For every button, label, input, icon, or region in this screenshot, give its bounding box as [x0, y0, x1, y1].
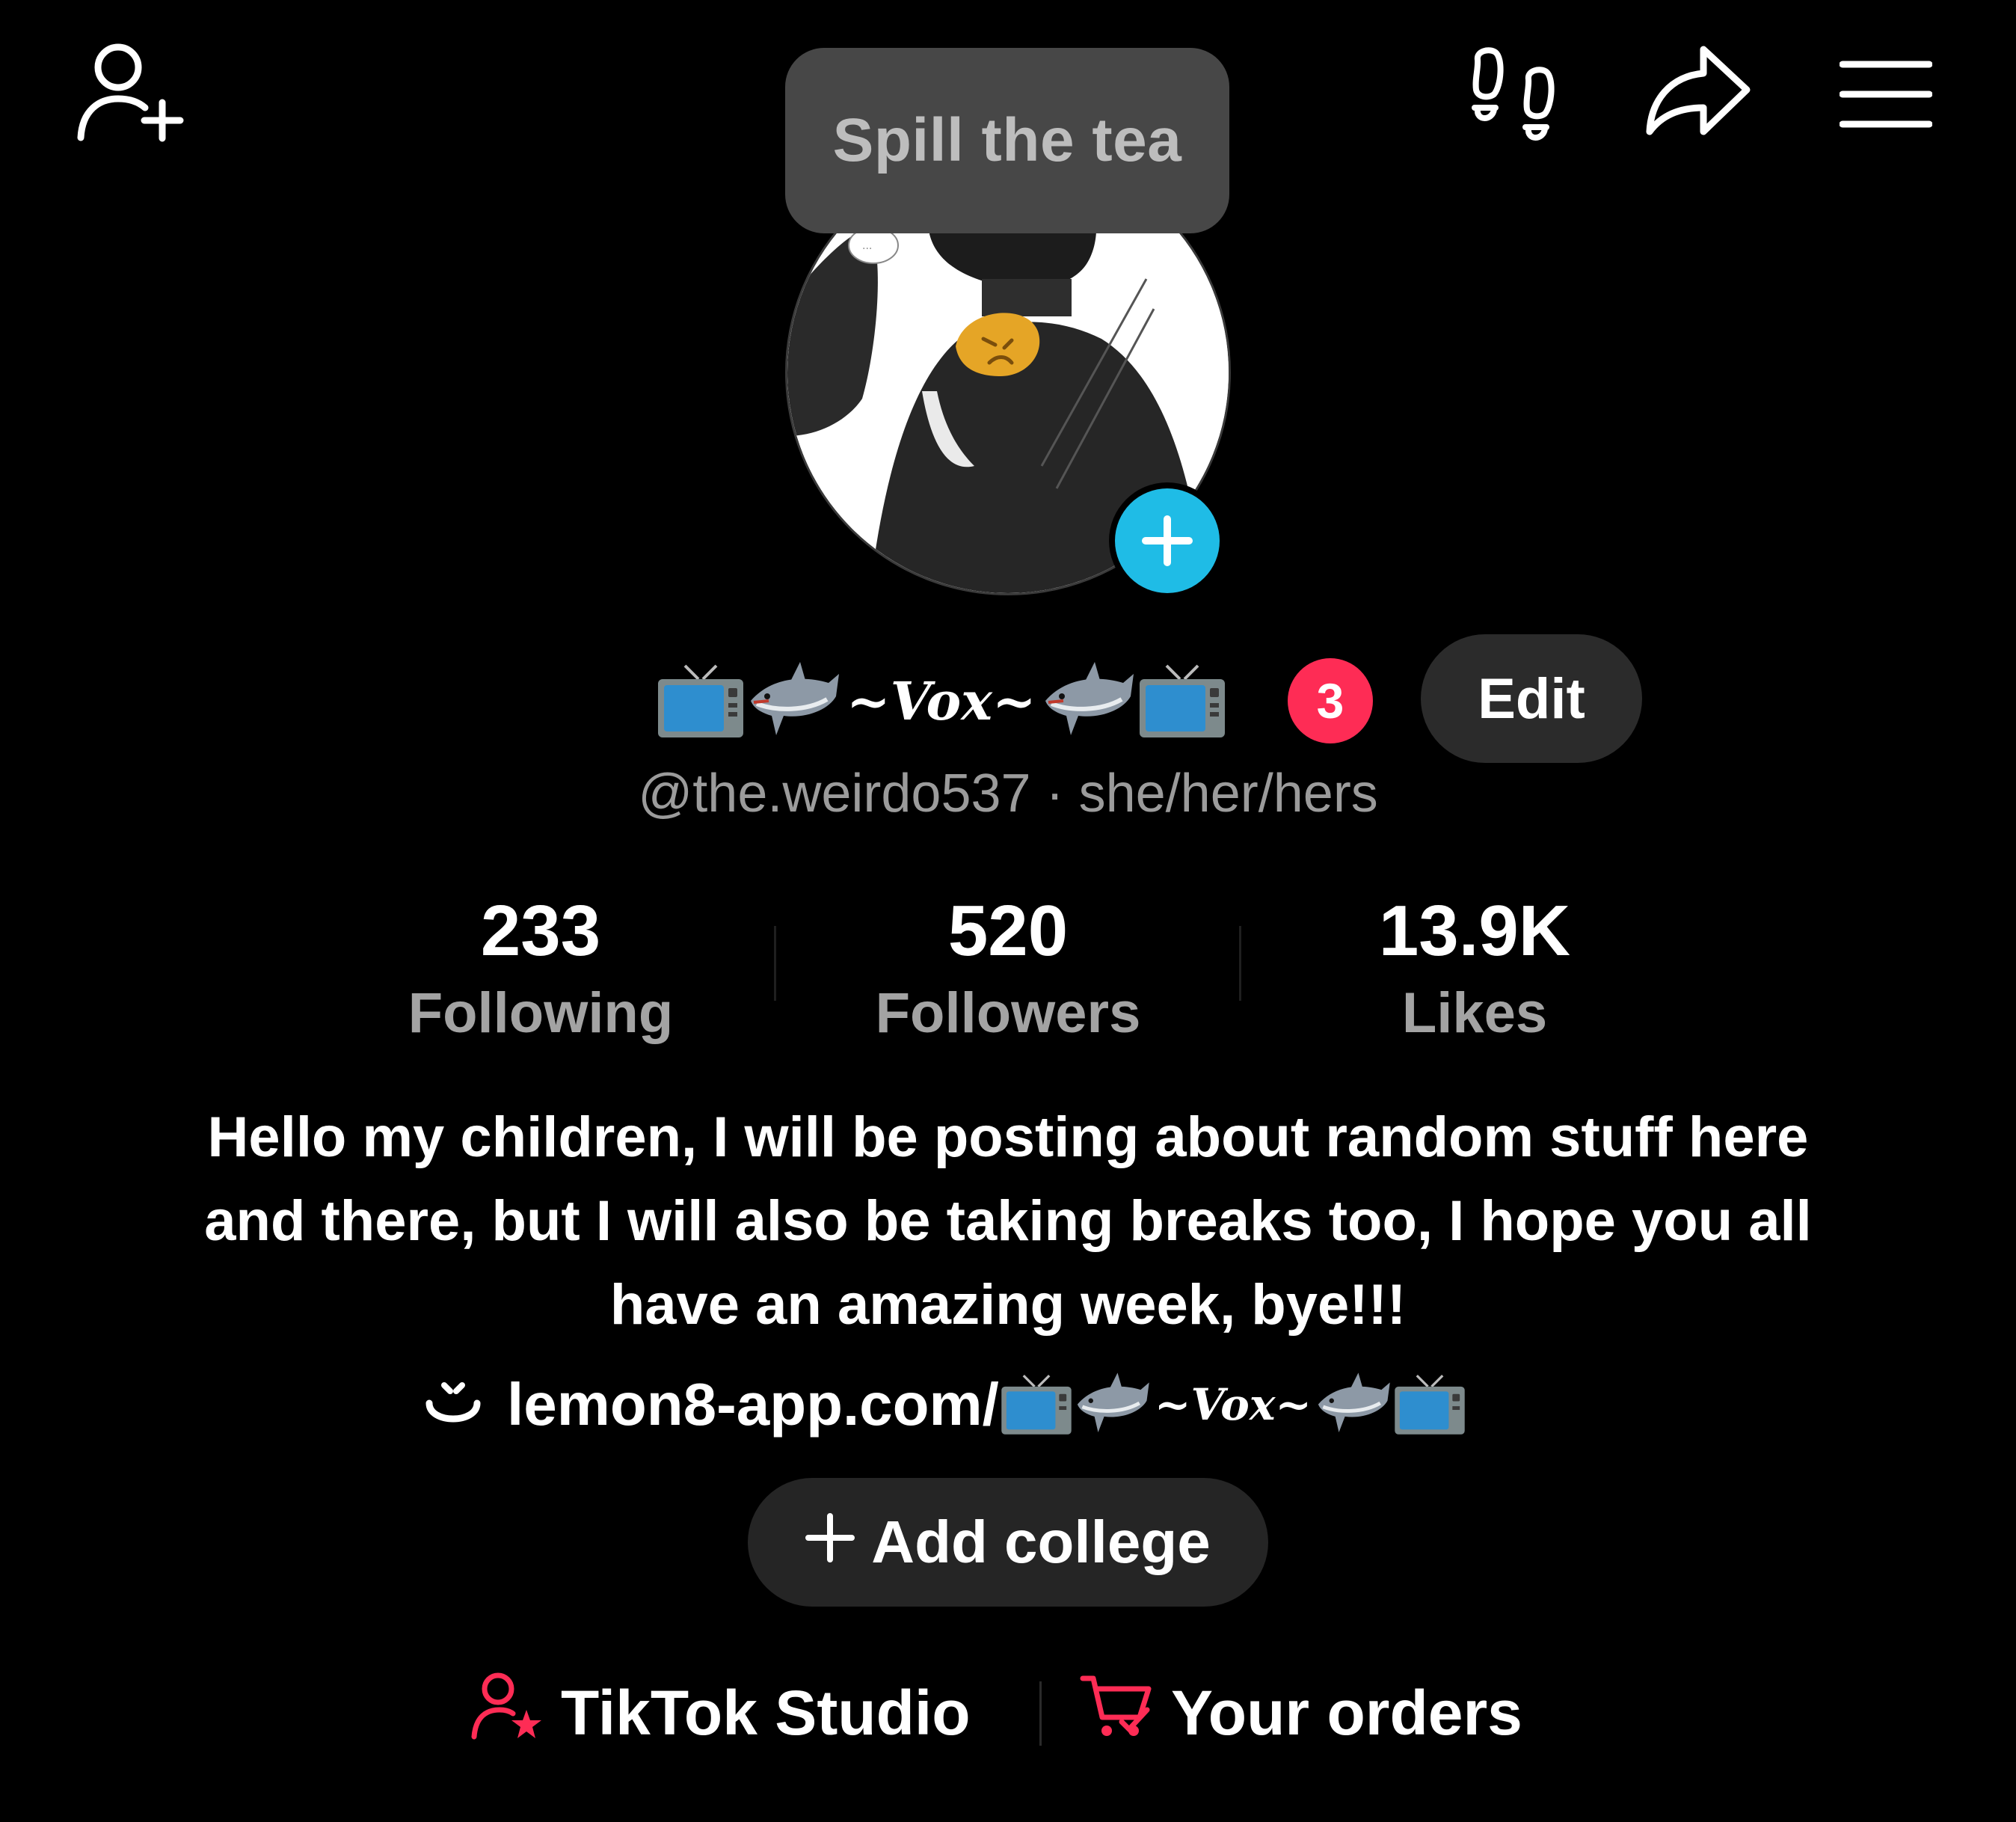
- stat-likes[interactable]: 13.9K Likes: [1280, 886, 1669, 1051]
- add-friend-icon[interactable]: [72, 39, 191, 144]
- following-count: 233: [480, 891, 601, 971]
- likes-label: Likes: [1401, 981, 1548, 1045]
- plus-icon: [805, 1508, 855, 1577]
- stat-following[interactable]: 233 Following: [346, 886, 735, 1051]
- handle-pronouns: @the.weirdo537 · she/her/hers: [638, 764, 1378, 823]
- following-label: Following: [408, 981, 674, 1045]
- footprints-icon[interactable]: [1466, 46, 1558, 144]
- shark-icon: [746, 657, 842, 745]
- tv-icon: [1392, 1369, 1467, 1441]
- tooltip-text: Spill the tea: [832, 106, 1182, 174]
- display-name: ~Vox~: [846, 669, 1036, 732]
- link-icon: [419, 1369, 488, 1441]
- tool-divider: [1039, 1681, 1042, 1746]
- shark-icon: [1315, 1369, 1392, 1441]
- share-icon[interactable]: [1642, 43, 1753, 141]
- plus-icon: [1115, 488, 1220, 593]
- add-college-label: Add college: [871, 1509, 1211, 1575]
- edit-profile-button[interactable]: Edit: [1421, 634, 1642, 763]
- link-url: lemon8-app.com/: [507, 1371, 999, 1438]
- notification-badge[interactable]: 3: [1288, 658, 1373, 743]
- tv-icon: [655, 658, 746, 744]
- display-name-row: ~Vox~: [655, 652, 1228, 749]
- svg-text:...: ...: [862, 240, 872, 252]
- tiktok-studio-link[interactable]: TikTok Studio: [470, 1668, 971, 1758]
- add-college-button[interactable]: Add college: [748, 1478, 1268, 1607]
- bio-text: Hello my children, I will be posting abo…: [204, 1105, 1812, 1337]
- followers-count: 520: [947, 891, 1069, 971]
- shark-icon: [1074, 1369, 1152, 1441]
- tooltip-bubble: Spill the tea: [785, 48, 1229, 233]
- tv-icon: [999, 1369, 1074, 1441]
- stat-divider: [774, 926, 776, 1001]
- your-orders-link[interactable]: Your orders: [1080, 1668, 1522, 1758]
- your-orders-label: Your orders: [1171, 1677, 1522, 1748]
- tiktok-studio-label: TikTok Studio: [561, 1677, 971, 1748]
- creator-star-icon: [470, 1668, 544, 1758]
- add-avatar-button[interactable]: [1109, 482, 1226, 599]
- cart-icon: [1080, 1668, 1155, 1758]
- bio-link[interactable]: lemon8-app.com/ ~Vox~: [419, 1360, 1467, 1450]
- stat-divider: [1239, 926, 1241, 1001]
- menu-icon[interactable]: [1840, 58, 1932, 130]
- link-display-name: ~Vox~: [1154, 1379, 1312, 1430]
- shark-icon: [1041, 657, 1137, 745]
- followers-label: Followers: [875, 981, 1141, 1045]
- stat-followers[interactable]: 520 Followers: [814, 886, 1202, 1051]
- likes-count: 13.9K: [1378, 891, 1571, 971]
- tv-icon: [1137, 658, 1228, 744]
